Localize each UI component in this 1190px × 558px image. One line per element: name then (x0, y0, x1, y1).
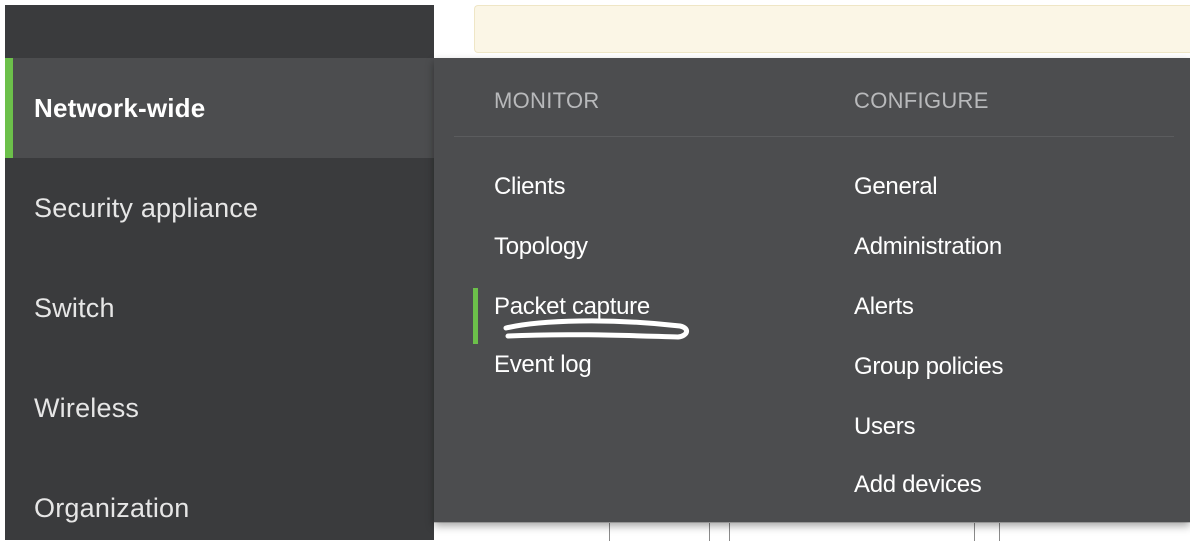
table-cell-divider (999, 523, 1000, 541)
menu-item-add-devices[interactable]: Add devices (854, 471, 982, 499)
table-cell-divider (609, 523, 610, 541)
notification-banner (474, 5, 1190, 53)
sidebar-item-label: Network-wide (34, 92, 206, 123)
hand-drawn-underline (503, 318, 689, 340)
menu-item-users[interactable]: Users (854, 413, 915, 441)
network-wide-flyout-menu: MONITOR CONFIGURE Clients Topology Packe… (434, 58, 1190, 522)
menu-item-topology[interactable]: Topology (494, 233, 588, 261)
menu-item-event-log[interactable]: Event log (494, 351, 592, 379)
sidebar-item-network-wide[interactable]: Network-wide (5, 58, 434, 158)
menu-item-administration[interactable]: Administration (854, 233, 1002, 261)
menu-item-alerts[interactable]: Alerts (854, 293, 914, 321)
sidebar-item-label: Organization (34, 492, 190, 523)
menu-item-group-policies[interactable]: Group policies (854, 353, 1004, 381)
sidebar-item-wireless[interactable]: Wireless (5, 358, 434, 458)
table-cell-divider (729, 523, 730, 541)
configure-heading: CONFIGURE (854, 88, 989, 113)
background-table-row (434, 522, 1190, 541)
menu-item-clients[interactable]: Clients (494, 173, 566, 201)
menu-item-general[interactable]: General (854, 173, 938, 201)
table-cell-divider (974, 523, 975, 541)
sidebar-item-security-appliance[interactable]: Security appliance (5, 158, 434, 258)
sidebar-item-label: Switch (34, 292, 115, 323)
main-navigation-sidebar: Network-wide Security appliance Switch W… (5, 5, 434, 540)
sidebar-item-switch[interactable]: Switch (5, 258, 434, 358)
table-cell-divider (709, 523, 710, 541)
sidebar-item-organization[interactable]: Organization (5, 458, 434, 558)
sidebar-item-label: Wireless (34, 392, 140, 423)
flyout-divider (454, 136, 1174, 137)
sidebar-item-label: Security appliance (34, 192, 259, 223)
monitor-heading: MONITOR (494, 88, 600, 113)
